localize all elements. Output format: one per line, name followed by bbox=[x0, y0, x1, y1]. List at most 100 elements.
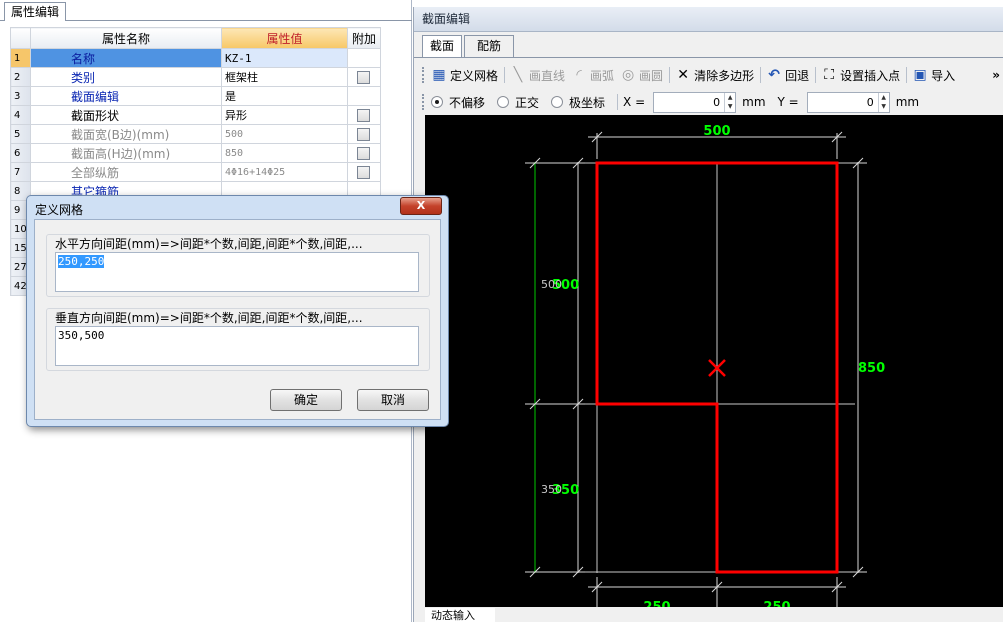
close-button[interactable]: X bbox=[400, 197, 442, 215]
import-button[interactable]: ▣ 导入 bbox=[912, 67, 955, 84]
table-row[interactable]: 6 截面高(H边)(mm) 850 bbox=[10, 143, 381, 163]
draw-arc-button[interactable]: ◜ 画弧 bbox=[571, 67, 614, 84]
row-number: 7 bbox=[10, 162, 31, 182]
toolbar-grip[interactable] bbox=[422, 67, 427, 83]
extra-checkbox[interactable] bbox=[357, 147, 370, 160]
table-row[interactable]: 5 截面宽(B边)(mm) 500 bbox=[10, 124, 381, 144]
vertical-spacing-group: 垂直方向间距(mm)=>间距*个数,间距,间距*个数,间距,... 350,50… bbox=[46, 308, 430, 371]
editor-toolbar: ▦ 定义网格 ╲ 画直线 ◜ 画弧 ◎ 画圆 ✕ 清除多边形 ↶ 回退 ⛶ 设置… bbox=[422, 63, 1003, 87]
toolbar-separator bbox=[617, 94, 619, 110]
property-name[interactable]: 截面高(H边)(mm) bbox=[30, 143, 222, 163]
define-grid-button[interactable]: ▦ 定义网格 bbox=[431, 67, 498, 84]
tab-section[interactable]: 截面 bbox=[422, 35, 462, 58]
no-offset-radio[interactable]: 不偏移 bbox=[431, 94, 485, 111]
row-number: 1 bbox=[10, 48, 31, 68]
extra-checkbox[interactable] bbox=[357, 166, 370, 179]
table-row[interactable]: 3 截面编辑 是 bbox=[10, 86, 381, 106]
extra-cell bbox=[347, 124, 381, 144]
property-value[interactable]: 850 bbox=[221, 143, 348, 163]
y-value: 0 bbox=[866, 95, 874, 109]
spinner-arrows-icon[interactable]: ▲ ▼ bbox=[877, 92, 889, 112]
header-property-name[interactable]: 属性名称 bbox=[30, 27, 222, 49]
property-value[interactable]: 是 bbox=[221, 86, 348, 106]
table-row[interactable]: 1 名称 KZ-1 bbox=[10, 48, 381, 68]
table-row[interactable]: 2 类别 框架柱 bbox=[10, 67, 381, 87]
property-name[interactable]: 名称 bbox=[30, 48, 222, 68]
property-name[interactable]: 全部纵筋 bbox=[30, 162, 222, 182]
y-input[interactable]: 0 ▲ ▼ bbox=[806, 91, 890, 113]
grid-header-row: 属性名称 属性值 附加 bbox=[10, 27, 381, 49]
property-name[interactable]: 截面宽(B边)(mm) bbox=[30, 124, 222, 144]
horizontal-spacing-value: 250,250 bbox=[58, 255, 105, 268]
corner-cell bbox=[10, 27, 31, 49]
tab-property-edit[interactable]: 属性编辑 bbox=[4, 2, 66, 21]
grid-icon: ▦ bbox=[432, 67, 446, 83]
dialog-body: 水平方向间距(mm)=>间距*个数,间距,间距*个数,间距,... 250,25… bbox=[34, 219, 441, 420]
toolbar-overflow-button[interactable]: » bbox=[992, 68, 1000, 82]
extra-checkbox[interactable] bbox=[357, 109, 370, 122]
polar-radio[interactable]: 极坐标 bbox=[551, 94, 605, 111]
horizontal-spacing-input[interactable]: 250,250 bbox=[55, 252, 419, 292]
property-value[interactable]: 4Φ16+14Φ25 bbox=[221, 162, 348, 182]
property-name[interactable]: 截面形状 bbox=[30, 105, 222, 125]
arc-icon: ◜ bbox=[576, 67, 582, 83]
table-row[interactable]: 4 截面形状 异形 bbox=[10, 105, 381, 125]
line-icon: ╲ bbox=[513, 67, 523, 83]
y-label: Y = bbox=[777, 95, 799, 109]
toolbar-separator bbox=[815, 67, 817, 83]
toolbar-separator bbox=[504, 67, 506, 83]
extra-checkbox[interactable] bbox=[357, 71, 370, 84]
vertical-spacing-input[interactable]: 350,500 bbox=[55, 326, 419, 366]
horizontal-spacing-label: 水平方向间距(mm)=>间距*个数,间距,间距*个数,间距,... bbox=[55, 235, 367, 252]
dim-right: 850 bbox=[858, 361, 885, 376]
tab-dynamic-input[interactable]: 动态输入 bbox=[425, 608, 495, 622]
undo-button[interactable]: ↶ 回退 bbox=[766, 67, 809, 84]
property-value[interactable]: 500 bbox=[221, 124, 348, 144]
insert-point-icon: ⛶ bbox=[824, 67, 834, 83]
row-number: 3 bbox=[10, 86, 31, 106]
row-number: 6 bbox=[10, 143, 31, 163]
radio-indicator bbox=[497, 96, 510, 108]
toolbar-separator bbox=[669, 67, 671, 83]
x-input[interactable]: 0 ▲ ▼ bbox=[653, 91, 737, 113]
undo-icon: ↶ bbox=[768, 67, 780, 83]
toolbar-grip[interactable] bbox=[422, 94, 427, 110]
y-unit: mm bbox=[895, 95, 920, 109]
section-editor-panel: 截面编辑 截面 配筋 ▦ 定义网格 ╲ 画直线 ◜ 画弧 ◎ 画圆 ✕ 清除多边… bbox=[413, 7, 1003, 622]
toolbar-separator bbox=[760, 67, 762, 83]
toolbar-separator bbox=[906, 67, 908, 83]
table-row[interactable]: 7 全部纵筋 4Φ16+14Φ25 bbox=[10, 162, 381, 182]
property-name[interactable]: 截面编辑 bbox=[30, 86, 222, 106]
dim-bottom-right: 250 bbox=[763, 600, 790, 607]
property-name[interactable]: 类别 bbox=[30, 67, 222, 87]
property-value[interactable]: KZ-1 bbox=[221, 48, 348, 68]
header-property-value[interactable]: 属性值 bbox=[221, 27, 348, 49]
ok-button[interactable]: 确定 bbox=[270, 389, 342, 411]
x-label: X = bbox=[623, 95, 646, 109]
editor-title: 截面编辑 bbox=[414, 7, 1003, 32]
draw-line-button[interactable]: ╲ 画直线 bbox=[510, 67, 565, 84]
row-number: 2 bbox=[10, 67, 31, 87]
horizontal-spacing-group: 水平方向间距(mm)=>间距*个数,间距,间距*个数,间距,... 250,25… bbox=[46, 234, 430, 297]
dimension-extension-lines bbox=[525, 131, 867, 607]
header-extra[interactable]: 附加 bbox=[347, 27, 381, 49]
property-value[interactable]: 框架柱 bbox=[221, 67, 348, 87]
clear-icon: ✕ bbox=[677, 67, 689, 83]
extra-checkbox[interactable] bbox=[357, 128, 370, 141]
dialog-title: 定义网格 bbox=[35, 203, 84, 217]
clear-polygon-button[interactable]: ✕ 清除多边形 bbox=[675, 67, 754, 84]
spinner-arrows-icon[interactable]: ▲ ▼ bbox=[724, 92, 735, 112]
draw-circle-button[interactable]: ◎ 画圆 bbox=[620, 67, 663, 84]
extra-cell bbox=[347, 105, 381, 125]
property-value[interactable]: 异形 bbox=[221, 105, 348, 125]
orthogonal-radio[interactable]: 正交 bbox=[497, 94, 539, 111]
drawing-canvas[interactable]: 500 850 500 350 250 250 500 350 bbox=[425, 115, 1003, 607]
cancel-button[interactable]: 取消 bbox=[357, 389, 429, 411]
extra-cell bbox=[347, 67, 381, 87]
x-value: 0 bbox=[713, 95, 721, 109]
vertical-spacing-label: 垂直方向间距(mm)=>间距*个数,间距,间距*个数,间距,... bbox=[55, 309, 367, 326]
tab-rebar[interactable]: 配筋 bbox=[464, 35, 514, 57]
set-insert-point-button[interactable]: ⛶ 设置插入点 bbox=[821, 67, 900, 84]
extra-cell bbox=[347, 143, 381, 163]
tab-divider bbox=[414, 57, 1003, 58]
